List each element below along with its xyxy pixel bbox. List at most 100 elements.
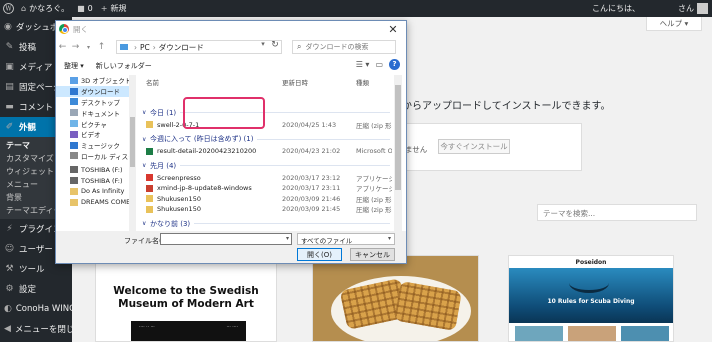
file-list-scrollbar[interactable] [394, 75, 402, 235]
refresh-icon[interactable]: ↻ [268, 40, 282, 50]
history-dropdown-icon[interactable]: ▾ [82, 44, 95, 51]
filetype-value: すべてのファイル [301, 237, 353, 245]
file-list: 名前 更新日時 種類 ∨ 今日 (1) swell-2-0-7-1 2020/04/2… [142, 75, 392, 235]
file-group-header[interactable]: ∨ 先月 (4) [142, 160, 392, 171]
forward-icon[interactable]: → [69, 42, 82, 52]
nav-item[interactable]: 3D オブジェクト [56, 75, 135, 86]
address-dropdown-icon[interactable]: ▾ [258, 40, 268, 48]
pc-icon [120, 44, 128, 50]
column-type[interactable]: 種類 [356, 77, 369, 87]
folder-icon [70, 109, 78, 117]
sidebar-item-label: 投稿 [19, 43, 37, 53]
chrome-icon [59, 24, 69, 34]
search-icon: ⌕ [297, 42, 302, 51]
file-open-dialog: 開く ✕ ← → ▾ ↑ › PC › ダウンロード ▾ ↻ ⌕ ダウンロードの… [55, 20, 407, 264]
file-row[interactable]: Shukusen150 2020/03/09 21:45 圧縮 (zip 形 [142, 204, 392, 215]
dialog-search-input[interactable]: ⌕ ダウンロードの検索 [292, 40, 396, 54]
greeting-suffix: さん [678, 4, 694, 13]
folder-icon [70, 98, 78, 106]
view-options-icon[interactable]: ☰ ▾ [356, 60, 370, 69]
breadcrumb-pc[interactable]: PC [140, 43, 150, 52]
nav-item[interactable]: ピクチャ [56, 118, 135, 129]
nav-item[interactable]: TOSHIBA (F:) [56, 175, 135, 186]
new-folder-button[interactable]: 新しいフォルダー [96, 61, 152, 71]
file-row[interactable]: Screenpresso 2020/03/17 23:12 アプリケーション [142, 172, 392, 183]
theme-card-waffle[interactable] [312, 255, 479, 342]
file-date: 2020/03/17 23:11 [282, 184, 341, 192]
help-tab[interactable]: ヘルプ ▾ [646, 17, 702, 31]
install-now-button[interactable]: 今すぐインストール [438, 139, 510, 154]
folder-icon [70, 130, 78, 138]
dialog-titlebar[interactable]: 開く [56, 21, 406, 37]
theme-search-input[interactable]: テーマを検索... [537, 204, 697, 221]
poseidon-hero-title: 10 Rules for Scuba Diving [547, 298, 635, 305]
nav-item[interactable]: Do As Infinity [56, 186, 135, 197]
sidebar-item[interactable]: ◀メニューを閉じる [0, 319, 72, 339]
theme-card-poseidon[interactable]: Poseidon 10 Rules for Scuba Diving [508, 255, 674, 342]
open-button[interactable]: 開く(O) [297, 248, 342, 261]
column-date[interactable]: 更新日時 [282, 77, 308, 87]
folder-icon [70, 177, 78, 185]
settings-icon: ⚙ [5, 284, 14, 294]
theme-card-museum[interactable]: Welcome to the Swedish Museum of Modern … [95, 255, 277, 342]
dialog-footer: ファイル名(N): ▾ すべてのファイル ▾ 開く(O) キャンセル [56, 231, 406, 263]
comments-link[interactable]: ■ 0 [73, 0, 97, 17]
sidebar-item-label: 外観 [19, 123, 37, 133]
chevron-down-icon: ∨ [142, 220, 147, 227]
nav-item[interactable]: DREAMS COME [56, 197, 135, 208]
nav-item-label: 3D オブジェクト [81, 77, 132, 86]
filetype-select[interactable]: すべてのファイル ▾ [297, 233, 395, 245]
wordpress-logo-icon[interactable]: W [0, 0, 17, 17]
brush-icon: ✐ [5, 122, 14, 132]
preview-pane-icon[interactable]: ▭ [375, 60, 383, 69]
sidebar-item[interactable]: ◐ ConoHa WING [0, 299, 72, 319]
file-row[interactable]: xmind-jp-8-update8-windows 2020/03/17 23:… [142, 183, 392, 194]
admin-bar: W ⌂ かなろぐ。 ■ 0 + 新規 こんにちは、 さん [0, 0, 712, 17]
file-group-header[interactable]: ∨ 今日 (1) [142, 107, 392, 118]
chevron-down-icon[interactable]: ▾ [286, 235, 289, 242]
file-group-header[interactable]: ∨ 今週に入って (昨日は含めず) (1) [142, 134, 392, 145]
chevron-right-icon: › [152, 42, 156, 52]
navigation-scrollbar[interactable] [129, 75, 136, 235]
new-content-link[interactable]: + 新規 [97, 0, 131, 17]
nav-item[interactable]: TOSHIBA (F:) [56, 164, 135, 175]
organize-button[interactable]: 整理 ▾ [64, 61, 84, 71]
nav-item-label: Do As Infinity [81, 187, 125, 196]
chevron-down-icon: ∨ [142, 162, 147, 169]
help-icon[interactable]: ? [389, 59, 400, 70]
file-row[interactable]: Shukusen150 2020/03/09 21:46 圧縮 (zip 形 [142, 193, 392, 204]
nav-item-label: ミュージック [81, 142, 120, 151]
poseidon-hero: 10 Rules for Scuba Diving [509, 268, 673, 323]
close-icon[interactable]: ✕ [380, 21, 406, 37]
filename-input[interactable]: ▾ [160, 233, 292, 245]
nav-item[interactable]: ダウンロード [56, 85, 135, 97]
folder-icon [70, 120, 78, 128]
plus-icon: + [100, 4, 108, 13]
file-row[interactable]: swell-2-0-7-1 2020/04/25 1:43 圧縮 (zip 形 [142, 119, 392, 130]
file-row[interactable]: result-detail-20200423210200 2020/04/23 2… [142, 146, 392, 157]
nav-item[interactable]: ビデオ [56, 129, 135, 140]
home-icon: ⌂ [21, 4, 27, 13]
nav-item[interactable]: ローカル ディスク (C [56, 151, 135, 162]
column-name[interactable]: 名前 [146, 77, 159, 87]
sidebar-item[interactable]: ⚙ 設定 [0, 279, 72, 299]
new-label: 新規 [110, 4, 127, 13]
sidebar-item-label: ユーザー [19, 245, 53, 255]
folder-icon [70, 87, 78, 95]
file-date: 2020/03/09 21:46 [282, 194, 341, 203]
breadcrumb-downloads[interactable]: ダウンロード [159, 42, 204, 53]
screenpresso-icon [146, 174, 153, 181]
up-icon[interactable]: ↑ [95, 42, 108, 52]
nav-item[interactable]: ミュージック [56, 140, 135, 151]
file-type: Microsoft O [356, 147, 392, 155]
file-name: Shukusen150 [157, 205, 201, 213]
museum-banner-left: ···· ·· ··· [139, 325, 155, 330]
nav-item-label: TOSHIBA (F:) [81, 176, 123, 185]
nav-item[interactable]: ドキュメント [56, 107, 135, 118]
my-account-link[interactable]: こんにちは、 さん [588, 0, 712, 17]
site-name-link[interactable]: ⌂ かなろぐ。 [17, 0, 73, 17]
file-group-header[interactable]: ∨ かなり前 (3) [142, 218, 392, 229]
nav-item[interactable]: デスクトップ [56, 97, 135, 108]
cancel-button[interactable]: キャンセル [350, 248, 395, 261]
back-icon[interactable]: ← [56, 42, 69, 52]
